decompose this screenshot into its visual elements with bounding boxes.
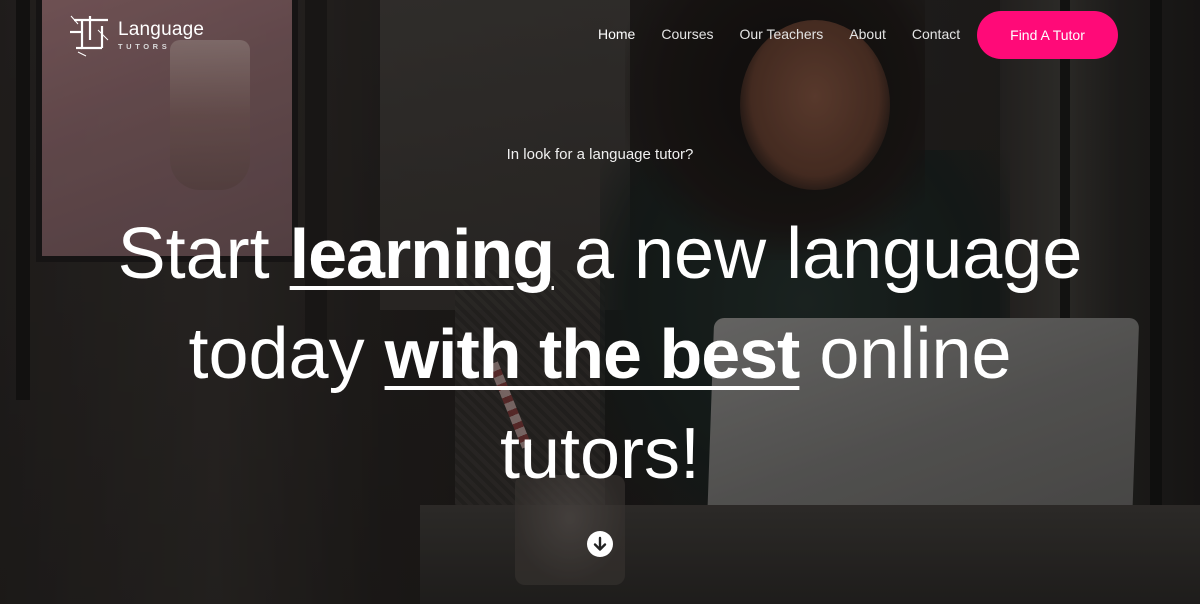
scroll-down-button[interactable] [587,531,613,557]
hero-kicker: In look for a language tutor? [506,146,694,163]
main-nav: Home Courses Our Teachers About Contact [598,26,960,42]
headline-part-1: Start [117,214,290,294]
brand-logo[interactable]: Language TUTORS [68,12,204,58]
nav-item-about[interactable]: About [849,26,886,42]
nav-item-contact[interactable]: Contact [912,26,960,42]
site-header: Language TUTORS Home Courses Our Teacher… [0,0,1200,70]
brand-name: Language [118,18,205,40]
nav-item-our-teachers[interactable]: Our Teachers [740,26,824,42]
nav-item-courses[interactable]: Courses [661,26,713,42]
nav-item-home[interactable]: Home [598,26,635,42]
headline-emphasis-2: with the best [384,315,801,393]
hero-headline: Start learning a new language today with… [110,205,1090,505]
find-a-tutor-button[interactable]: Find A Tutor [977,11,1118,59]
arrow-down-circle-icon [593,536,607,551]
brand-tagline: TUTORS [118,41,171,51]
logo-mark-icon [70,15,109,57]
headline-emphasis-1: learning [289,215,555,293]
hero-section: In look for a language tutor? Start lear… [0,0,1200,604]
